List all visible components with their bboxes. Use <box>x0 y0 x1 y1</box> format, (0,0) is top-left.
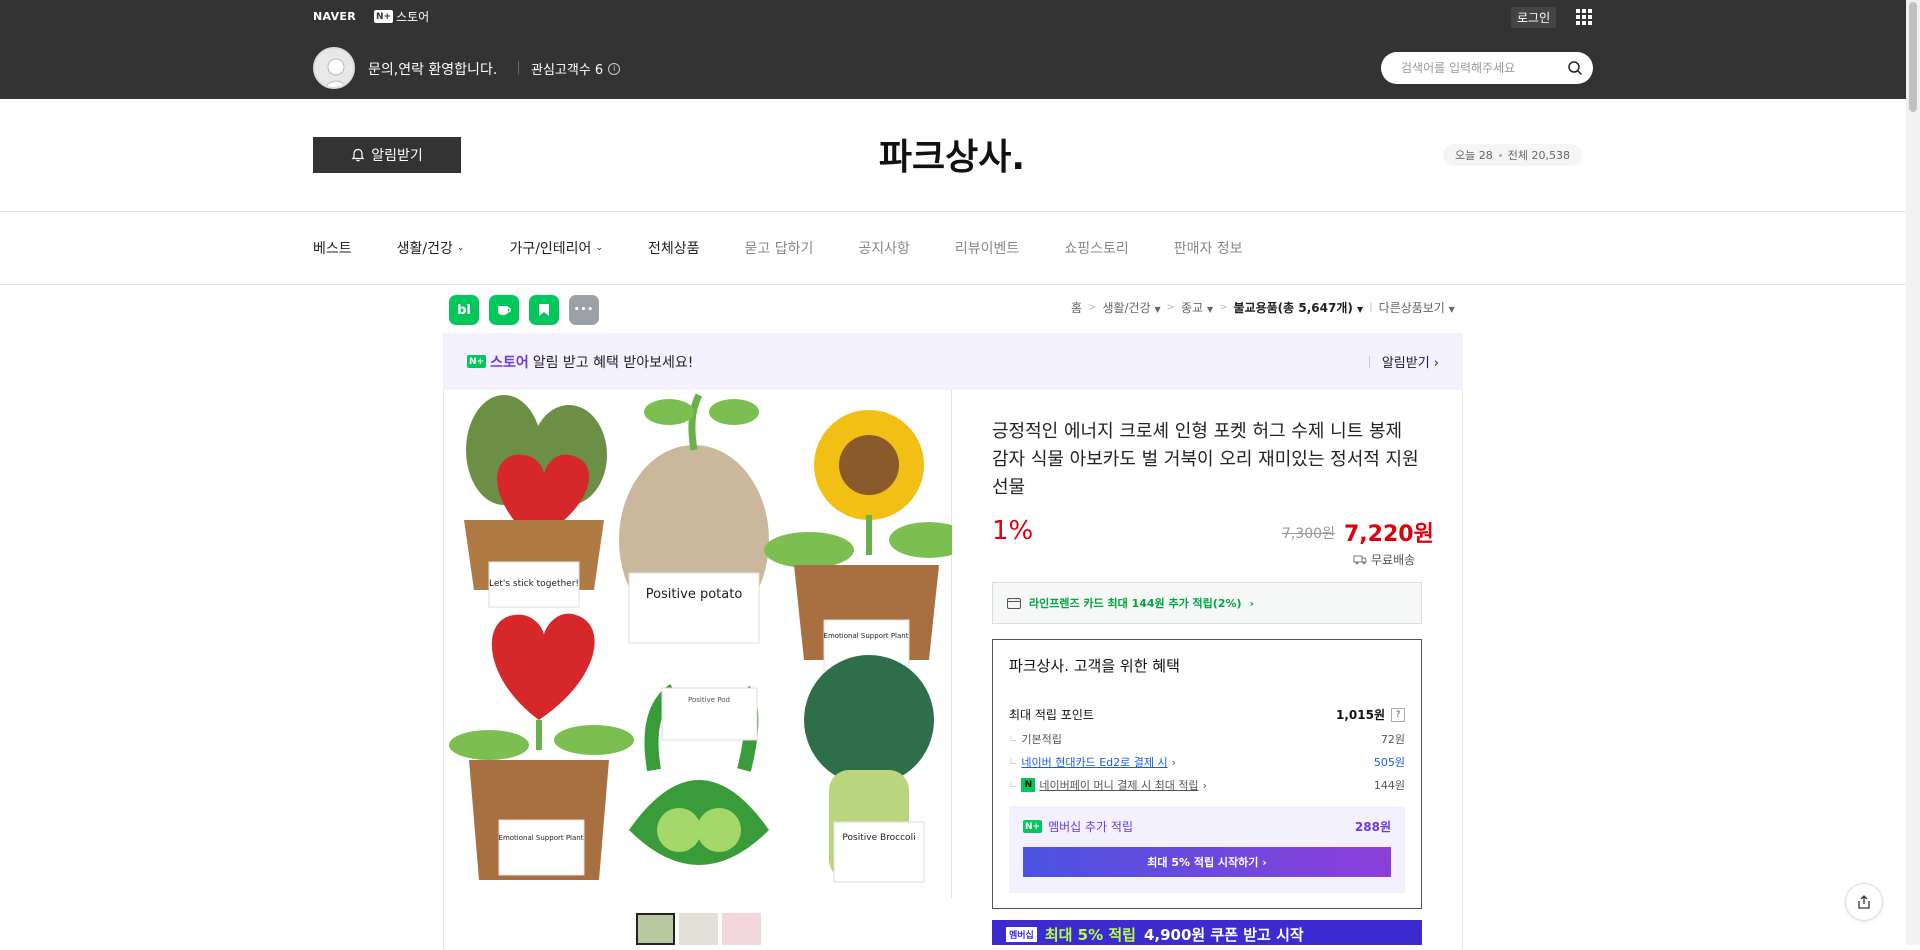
visitor-counter: 오늘 28 전체 20,538 <box>1443 144 1582 166</box>
product-title: 긍정적인 에너지 크로셰 인형 포켓 허그 수제 니트 봉제 감자 식물 아보카… <box>992 421 1419 498</box>
breadcrumb-religion[interactable]: 종교 ▼ <box>1181 299 1213 316</box>
benefit-row-hyundai-card[interactable]: ∟ 네이버 현대카드 Ed2로 결제 시 › 505원 <box>1009 754 1405 770</box>
visitor-total: 전체 20,538 <box>1507 149 1570 162</box>
divider <box>518 61 519 74</box>
nav-all-products[interactable]: 전체상품 <box>648 238 700 258</box>
membership-coupon-banner[interactable]: 멤버십 최대 5% 적립 4,900원 쿠폰 받고 시작 <box>992 920 1422 945</box>
nav-qna[interactable]: 묻고 답하기 <box>745 238 814 258</box>
apps-grid-icon[interactable] <box>1576 9 1592 25</box>
thumbnail-1[interactable] <box>636 913 675 945</box>
original-price: 7,300원 <box>1282 526 1335 542</box>
banner-text-rest: 4,900원 쿠폰 받고 시작 <box>1143 926 1304 944</box>
membership-box: N+ 멤버십 추가 적립 288원 최대 5% 적립 시작하기 › <box>1009 806 1405 893</box>
benefit-title: 파크상사. 고객을 위한 혜택 <box>1009 657 1180 675</box>
store-contact-text: 문의,연락 환영합니다. <box>368 62 498 78</box>
category-nav: 베스트 생활/건강 ⌄ 가구/인테리어 ⌄ 전체상품 묻고 답하기 공지사항 리뷰이… <box>313 238 1288 258</box>
discount-rate: 1% <box>992 516 1034 546</box>
svg-text:Positive potato: Positive potato <box>646 587 743 602</box>
benefit-box: 파크상사. 고객을 위한 혜택 최대 적립 포인트 1,015원? ∟ 기본적립 … <box>992 639 1422 909</box>
benefit-row-basic: ∟ 기본적립 72원 <box>1009 733 1405 746</box>
chevron-right-icon: › <box>1202 778 1207 792</box>
svg-text:Positive Broccoli: Positive Broccoli <box>842 833 915 843</box>
nav-seller-info[interactable]: 판매자 정보 <box>1174 238 1243 258</box>
max-points-value: 1,015원 <box>1336 708 1385 722</box>
alarm-subscribe-label: 알림받기 <box>371 147 423 163</box>
svg-text:Emotional Support Plant: Emotional Support Plant <box>499 834 584 842</box>
chevron-down-icon: ⌄ <box>456 243 465 253</box>
nstore-label: 스토어 <box>396 10 430 24</box>
truck-icon <box>1353 555 1367 565</box>
visitor-today: 오늘 28 <box>1455 149 1493 162</box>
cafe-icon[interactable] <box>489 295 519 325</box>
blog-icon[interactable]: bl <box>449 295 479 325</box>
nplus-badge: N+ <box>1023 820 1043 833</box>
thumbnail-3[interactable] <box>722 913 761 945</box>
info-icon[interactable]: i <box>608 62 621 75</box>
nav-best[interactable]: 베스트 <box>313 238 352 258</box>
nstore-link[interactable]: N+ 스토어 <box>374 8 429 25</box>
nstore-badge: N+ <box>374 10 394 23</box>
nav-furniture-interior[interactable]: 가구/인테리어 ⌄ <box>509 238 603 258</box>
benefit-row-npay-money[interactable]: ∟ N 네이버페이 머니 결제 시 최대 적립 › 144원 <box>1009 777 1405 793</box>
bookmark-icon[interactable] <box>529 295 559 325</box>
top-bar: NAVER N+ 스토어 로그인 문의,연락 환영합니다. 관심고객수 6 i <box>0 0 1906 99</box>
nav-notice[interactable]: 공지사항 <box>858 238 910 258</box>
banner-brand: 스토어 <box>490 354 529 371</box>
npay-icon: N <box>1021 778 1036 792</box>
follower-count[interactable]: 관심고객수 6 i <box>531 59 621 78</box>
chevron-down-icon: ⌄ <box>595 243 603 253</box>
more-icon[interactable]: ••• <box>569 295 599 325</box>
shipping-label: 무료배송 <box>1371 553 1416 567</box>
credit-card-icon <box>1007 597 1021 609</box>
search-input[interactable] <box>1401 61 1567 75</box>
shipping-info: 무료배송 <box>1353 551 1415 568</box>
store-avatar[interactable] <box>313 47 355 89</box>
nstore-badge: N+ <box>467 355 487 368</box>
card-promo-text: 라인프렌즈 카드 최대 144원 추가 적립(2%) <box>1029 597 1242 610</box>
nav-living-health[interactable]: 생활/건강 ⌄ <box>397 238 465 258</box>
chevron-right-icon: › <box>1171 755 1177 769</box>
share-button[interactable] <box>1845 883 1883 921</box>
breadcrumb-home[interactable]: 홈 <box>1071 299 1082 316</box>
sale-price: 7,220원 <box>1344 522 1434 547</box>
breadcrumb: 홈 > 생활/건강 ▼ > 종교 ▼ > 불교용품(총 5,647개) ▼ | … <box>1071 299 1455 316</box>
login-button[interactable]: 로그인 <box>1511 7 1557 28</box>
max-points-row: 최대 적립 포인트 1,015원? <box>1009 706 1405 723</box>
membership-tag: 멤버십 <box>1006 927 1037 942</box>
max-points-label: 최대 적립 포인트 <box>1009 708 1094 722</box>
nav-review-event[interactable]: 리뷰이벤트 <box>955 238 1019 258</box>
banner-highlight: 최대 5% 적립 <box>1044 926 1136 944</box>
naver-logo[interactable]: NAVER <box>313 10 356 23</box>
breadcrumb-buddhist[interactable]: 불교용품(총 5,647개) ▼ <box>1234 299 1364 316</box>
svg-text:Positive Pod: Positive Pod <box>688 696 730 704</box>
bell-icon <box>351 148 365 162</box>
divider <box>0 211 1906 212</box>
chevron-right-icon: › <box>1433 356 1439 371</box>
search-icon[interactable] <box>1567 60 1583 76</box>
help-icon[interactable]: ? <box>1391 707 1405 722</box>
alarm-subscribe-button[interactable]: 알림받기 <box>313 137 461 173</box>
notification-banner: N+ 스토어 알림 받고 혜택 받아보세요! 알림받기 › <box>443 333 1463 390</box>
membership-value: 288원 <box>1354 820 1391 834</box>
breadcrumb-other-products[interactable]: 다른상품보기 ▼ <box>1379 299 1455 316</box>
svg-text:Let's stick together!: Let's stick together! <box>489 579 579 589</box>
card-promo-box[interactable]: 라인프렌즈 카드 최대 144원 추가 적립(2%) › <box>992 582 1422 624</box>
thumbnail-2[interactable] <box>679 913 718 945</box>
divider <box>0 284 1906 285</box>
nav-shopping-story[interactable]: 쇼핑스토리 <box>1064 238 1128 258</box>
membership-label: 멤버십 추가 적립 <box>1048 820 1133 834</box>
banner-alarm-link[interactable]: 알림받기 › <box>1382 352 1439 371</box>
page-scrollbar[interactable] <box>1906 0 1920 945</box>
svg-text:Emotional Support Plant: Emotional Support Plant <box>824 632 909 640</box>
chevron-right-icon: › <box>1249 596 1255 610</box>
thumbnail-strip <box>636 913 761 945</box>
search-box[interactable] <box>1381 52 1593 84</box>
banner-text: 알림 받고 혜택 받아보세요! <box>532 354 694 371</box>
share-icon <box>1858 895 1870 909</box>
store-title[interactable]: 파크상사. <box>860 128 1044 180</box>
membership-start-button[interactable]: 최대 5% 적립 시작하기 › <box>1023 847 1391 877</box>
follower-count-label: 관심고객수 6 <box>531 63 604 78</box>
breadcrumb-living-health[interactable]: 생활/건강 ▼ <box>1102 299 1160 316</box>
product-image[interactable]: Let's stick together! Positive potato Em… <box>444 390 969 898</box>
